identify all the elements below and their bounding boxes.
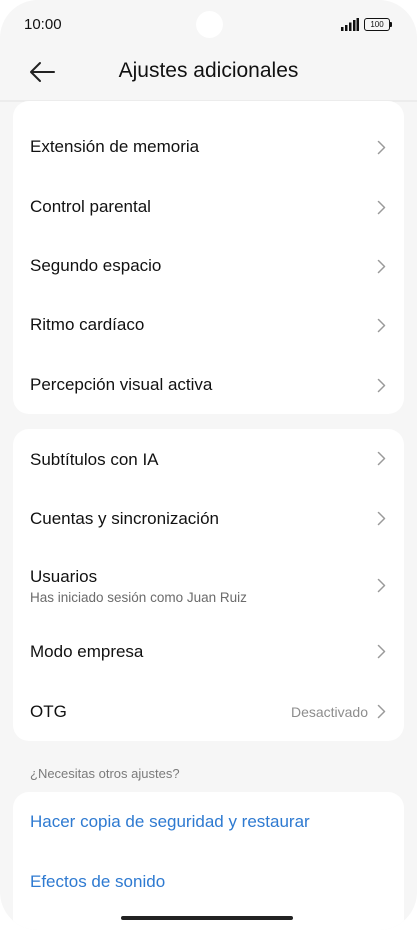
- chevron-right-icon: [377, 318, 386, 333]
- row-label: Extensión de memoria: [30, 137, 200, 156]
- row-subtitle: Has iniciado sesión como Juan Ruiz: [30, 590, 247, 605]
- row-otg[interactable]: OTG Desactivado: [13, 682, 404, 741]
- chevron-right-icon: [377, 511, 386, 526]
- row-label: Usuarios: [30, 567, 98, 586]
- row-label: Cuentas y sincronización: [30, 509, 219, 528]
- status-time: 10:00: [24, 16, 62, 33]
- row-label: Control parental: [30, 197, 151, 216]
- settings-card-secondary: Subtítulos con IA Cuentas y sincronizaci…: [13, 429, 404, 741]
- row-enterprise-mode[interactable]: Modo empresa: [13, 622, 404, 682]
- row-accounts-sync[interactable]: Cuentas y sincronización: [13, 489, 404, 548]
- row-memory-extension[interactable]: Extensión de memoria: [13, 101, 404, 179]
- battery-tip: [390, 22, 392, 27]
- status-bar: 10:00 100: [0, 0, 417, 50]
- camera-cutout: [196, 11, 223, 38]
- link-label: Efectos de sonido: [30, 872, 166, 891]
- row-second-space[interactable]: Segundo espacio: [13, 239, 404, 298]
- home-indicator[interactable]: [121, 916, 293, 920]
- chevron-right-icon: [377, 644, 386, 659]
- chevron-right-icon: [377, 578, 386, 593]
- settings-card-primary: Extensión de memoria Control parental Se…: [13, 101, 404, 414]
- other-settings-card: Hacer copia de seguridad y restaurar Efe…: [13, 792, 404, 930]
- otg-status-value: Desactivado: [290, 704, 368, 720]
- row-heart-rate[interactable]: Ritmo cardíaco: [13, 298, 404, 357]
- row-parental-control[interactable]: Control parental: [13, 179, 404, 239]
- battery-level: 100: [364, 18, 390, 31]
- row-label: Segundo espacio: [30, 256, 162, 275]
- chevron-right-icon: [377, 259, 386, 274]
- row-label: Modo empresa: [30, 642, 144, 661]
- row-users[interactable]: Usuarios Has iniciado sesión como Juan R…: [13, 548, 404, 622]
- chevron-right-icon: [377, 704, 386, 719]
- link-sound-effects[interactable]: Efectos de sonido: [13, 852, 404, 912]
- section-header-other-settings: ¿Necesitas otros ajustes?: [30, 766, 180, 781]
- row-label: Percepción visual activa: [30, 375, 213, 394]
- phone-screen: 10:00 100 Ajustes adicionales Extensión …: [0, 0, 417, 930]
- header: Ajustes adicionales: [0, 50, 417, 100]
- row-ai-subtitles[interactable]: Subtítulos con IA: [13, 429, 404, 489]
- signal-icon: [341, 18, 359, 31]
- chevron-right-icon: [377, 140, 386, 155]
- row-label: Subtítulos con IA: [30, 450, 159, 469]
- chevron-right-icon: [377, 451, 386, 466]
- row-active-visual-perception[interactable]: Percepción visual activa: [13, 357, 404, 414]
- link-label: Hacer copia de seguridad y restaurar: [30, 812, 310, 831]
- page-title: Ajustes adicionales: [118, 59, 299, 82]
- battery-icon: 100: [364, 18, 394, 31]
- chevron-right-icon: [377, 378, 386, 393]
- row-label: OTG: [30, 702, 67, 721]
- row-label: Ritmo cardíaco: [30, 315, 145, 334]
- chevron-right-icon: [377, 200, 386, 215]
- link-backup-restore[interactable]: Hacer copia de seguridad y restaurar: [13, 792, 404, 852]
